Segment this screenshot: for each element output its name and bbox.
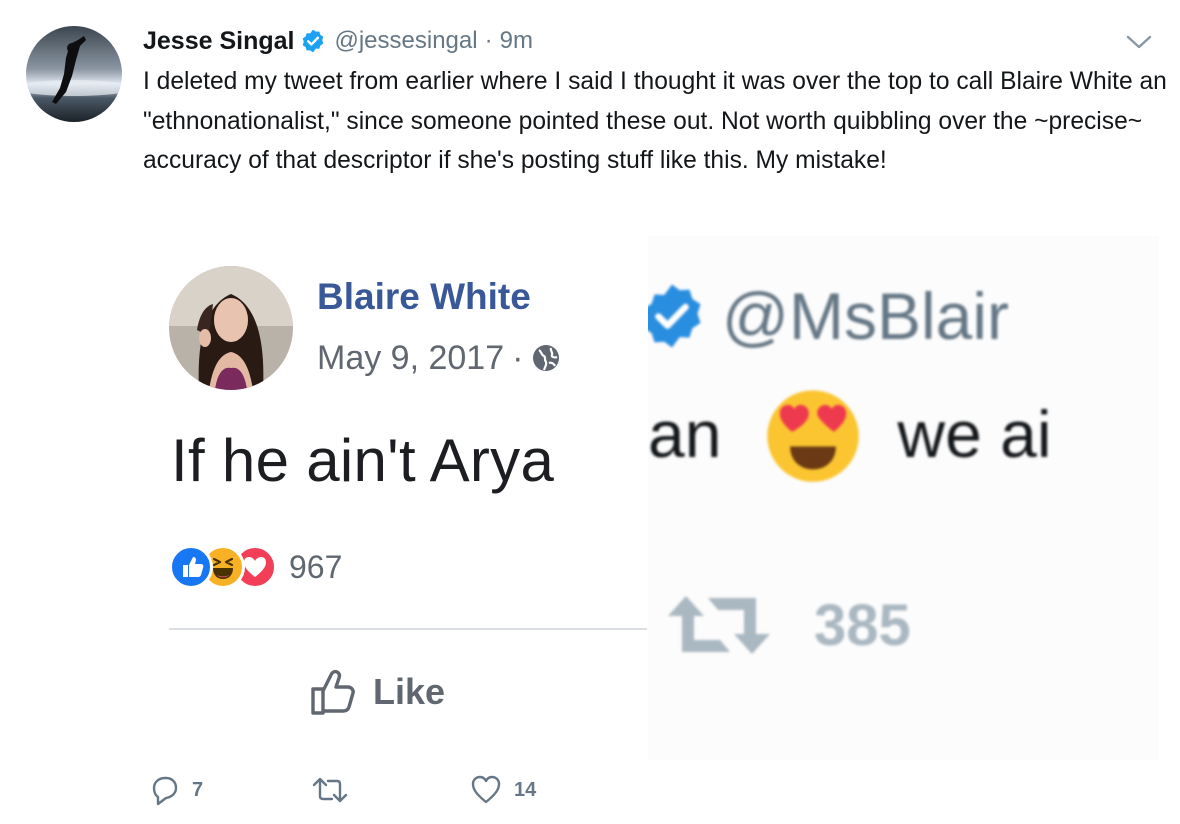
verified-badge-icon xyxy=(303,29,324,53)
blurred-handle-row: @MsBlair xyxy=(648,276,1009,356)
facebook-reactions: 967 xyxy=(169,542,342,592)
facebook-author-name: Blaire White xyxy=(317,276,531,317)
tweet-text: I deleted my tweet from earlier where I … xyxy=(143,68,1167,174)
like-count: 14 xyxy=(514,778,537,801)
tweet-timestamp[interactable]: 9m xyxy=(500,27,533,55)
tweet[interactable]: Jesse Singal @jessesingal · 9m I deleted… xyxy=(0,0,1180,824)
blurred-text-fragment-a: an xyxy=(648,397,722,471)
facebook-post-date: May 9, 2017 xyxy=(317,338,505,377)
facebook-like-button: Like xyxy=(309,664,445,720)
facebook-post-meta: May 9, 2017 · xyxy=(317,336,561,380)
facebook-author-avatar xyxy=(169,266,293,390)
facebook-post-screenshot: Blaire White May 9, 2017 · If he ain't A… xyxy=(143,236,648,760)
blurred-tweet-screenshot: @MsBlair an we ai 385 xyxy=(648,236,1159,760)
facebook-divider xyxy=(169,628,647,630)
retweet-button[interactable] xyxy=(312,770,360,810)
chevron-down-icon[interactable] xyxy=(1124,30,1154,54)
author-avatar[interactable] xyxy=(26,26,122,122)
reply-icon xyxy=(152,776,178,806)
blurred-handle: @MsBlair xyxy=(722,279,1010,353)
blurred-text-fragment-b: we ai xyxy=(897,397,1052,471)
reply-count: 7 xyxy=(192,778,204,801)
facebook-like-label: Like xyxy=(373,671,446,712)
tweet-media-image[interactable]: Blaire White May 9, 2017 · If he ain't A… xyxy=(143,236,1159,760)
tweet-header: Jesse Singal @jessesingal · 9m xyxy=(143,24,533,58)
thumbs-up-icon xyxy=(311,669,355,715)
reaction-count: 967 xyxy=(289,548,343,585)
author-handle[interactable]: @jessesingal xyxy=(334,27,477,55)
facebook-avatar-image xyxy=(169,266,293,390)
reply-button[interactable]: 7 xyxy=(148,770,203,810)
heart-eyes-emoji-icon xyxy=(767,390,860,482)
facebook-meta-separator: · xyxy=(512,338,524,377)
blurred-retweet-row: 385 xyxy=(664,590,911,660)
heart-icon xyxy=(471,775,501,804)
like-reaction-icon xyxy=(169,545,213,589)
verified-badge-icon xyxy=(648,284,701,348)
like-button[interactable]: 14 xyxy=(470,770,536,810)
retweet-icon xyxy=(668,596,770,654)
facebook-post-text: If he ain't Arya xyxy=(171,427,555,494)
blurred-text-row: an we ai xyxy=(648,382,1052,486)
globe-icon xyxy=(533,345,560,371)
header-separator: · xyxy=(484,27,493,54)
retweet-icon xyxy=(312,777,348,803)
author-avatar-image xyxy=(26,26,122,122)
author-name[interactable]: Jesse Singal xyxy=(143,27,294,56)
blurred-retweet-count: 385 xyxy=(814,592,911,658)
